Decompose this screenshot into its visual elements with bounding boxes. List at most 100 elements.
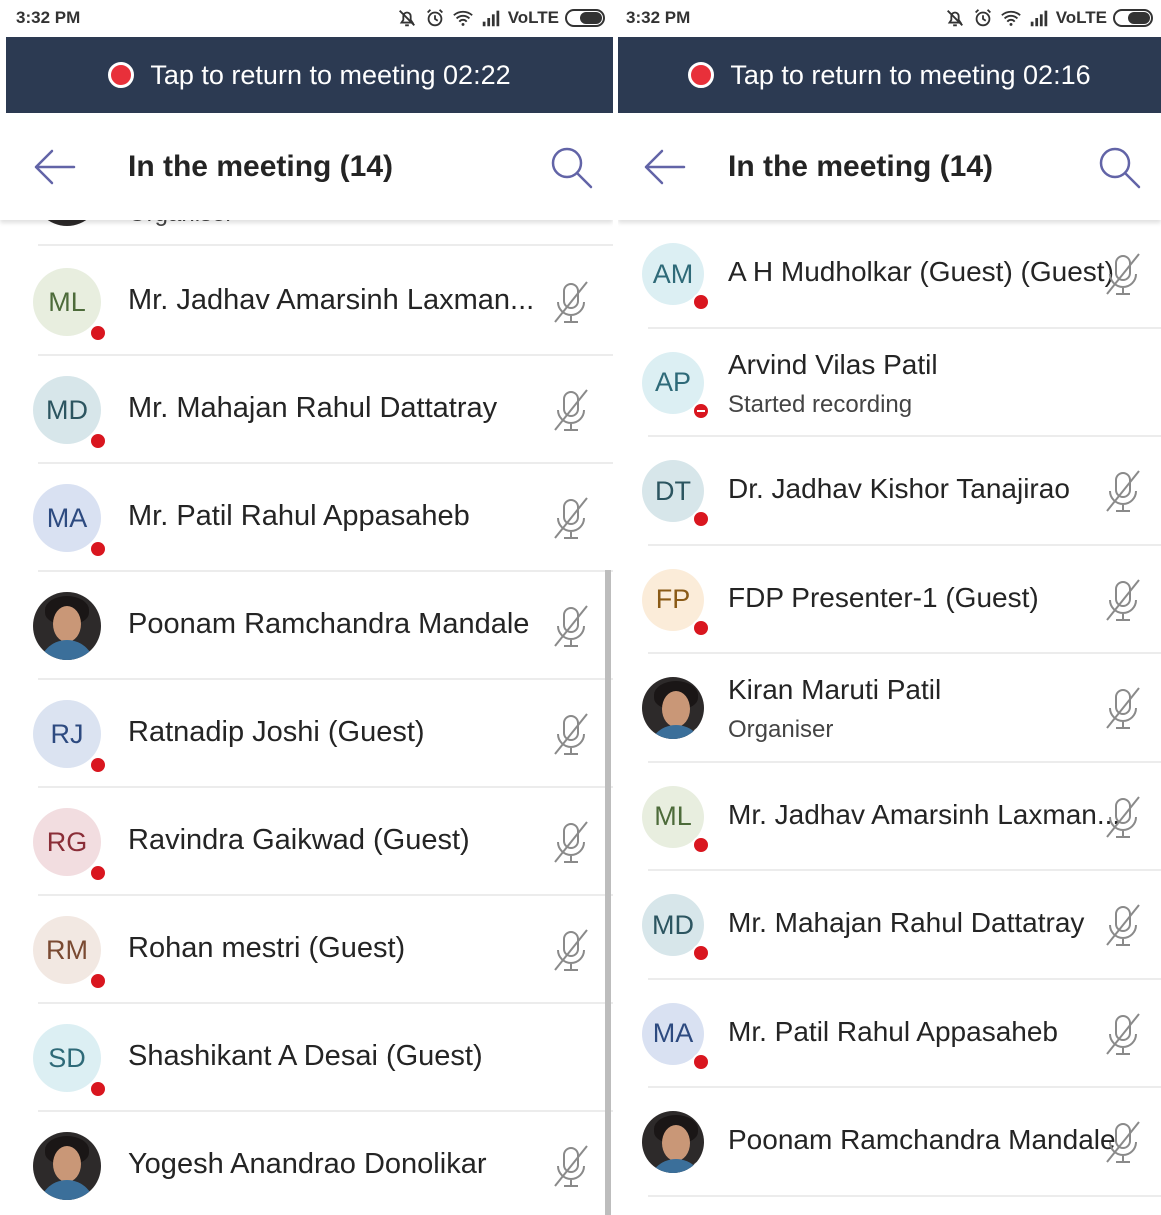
alarm-icon: [974, 9, 991, 27]
participant-name: Mr. Patil Rahul Appasaheb: [128, 500, 470, 532]
participant-name: Arvind Vilas Patil: [728, 348, 938, 380]
presence-status-icon: [692, 293, 710, 311]
avatar: [642, 1111, 704, 1173]
return-to-meeting-banner[interactable]: Tap to return to meeting 02:22: [6, 37, 613, 113]
participant-row[interactable]: RM Rohan mestri (Guest): [0, 896, 613, 1004]
scrollbar[interactable]: [605, 570, 611, 1215]
wifi-icon: [1000, 10, 1021, 26]
page-title: In the meeting (14): [728, 150, 994, 183]
participant-name: A H Mudholkar (Guest) (Guest): [728, 256, 1114, 287]
participant-status: Organiser: [728, 716, 834, 743]
battery-icon: [1113, 9, 1153, 27]
participant-row[interactable]: Poonam Ramchandra Mandale: [618, 1088, 1161, 1197]
participant-name: Shashikant A Desai (Guest): [128, 1040, 483, 1072]
status-bar: 3:32 PM VoLTE: [618, 0, 1161, 36]
recording-icon: [108, 62, 135, 88]
presence-status-icon: [89, 864, 107, 882]
left-screen: 3:32 PM VoLTE Tap to return to meeting 0…: [0, 0, 613, 1215]
status-icons: VoLTE: [944, 6, 1153, 30]
participant-name: Poonam Ramchandra Mandale: [128, 608, 530, 640]
network-type: VoLTE: [507, 8, 559, 27]
participant-name: Poonam Ramchandra Mandale: [728, 1124, 1116, 1155]
participant-list[interactable]: AM A H Mudholkar (Guest) (Guest) AP Arvind …: [618, 220, 1161, 1215]
mic-muted-icon: [549, 926, 593, 974]
avatar: AM: [642, 243, 710, 311]
presence-status-icon: [692, 1052, 710, 1071]
participant-row[interactable]: MD Mr. Mahajan Rahul Dattatray: [618, 871, 1161, 980]
avatar-initials: DT: [655, 475, 691, 506]
page-title: In the meeting (14): [128, 150, 394, 183]
participant-name: Ravindra Gaikwad (Guest): [128, 824, 470, 856]
participant-row[interactable]: FP FDP Presenter-1 (Guest): [618, 546, 1161, 654]
participant-row[interactable]: RJ Ratnadip Joshi (Guest): [0, 680, 613, 788]
search-icon[interactable]: [547, 143, 595, 191]
row-divider: [38, 244, 613, 246]
avatar: ML: [33, 268, 107, 342]
participant-name: Mr. Patil Rahul Appasaheb: [728, 1015, 1058, 1047]
participant-row[interactable]: ML Mr. Jadhav Amarsinh Laxman...: [618, 763, 1161, 871]
avatar: RM: [33, 916, 107, 990]
participant-name: Yogesh Anandrao Donolikar: [128, 1148, 487, 1180]
avatar: ML: [642, 785, 710, 854]
avatar: RJ: [33, 700, 107, 774]
wifi-icon: [452, 10, 473, 26]
avatar: [33, 1132, 101, 1200]
participant-row[interactable]: SD Shashikant A Desai (Guest): [0, 1004, 613, 1112]
mic-muted-icon: [549, 602, 593, 650]
back-arrow-icon[interactable]: [30, 145, 78, 189]
mic-muted-icon: [549, 818, 593, 866]
participant-name: Mr. Mahajan Rahul Dattatray: [128, 392, 498, 424]
participant-row[interactable]: AM A H Mudholkar (Guest) (Guest): [618, 220, 1161, 329]
participant-row-partial[interactable]: Organiser: [0, 220, 613, 246]
participant-row[interactable]: ML Mr. Jadhav Amarsinh Laxman...: [0, 248, 613, 356]
avatar: [642, 677, 704, 739]
participant-row[interactable]: Yogesh Anandrao Donolikar: [0, 1112, 613, 1215]
right-screen: 3:32 PM VoLTE Tap to return to meeting 0…: [618, 0, 1161, 1215]
mic-muted-icon: [549, 1142, 593, 1190]
presence-status-icon: [692, 835, 710, 854]
presence-status-icon: [692, 510, 710, 528]
mic-muted-icon: [1101, 250, 1145, 298]
avatar: RG: [33, 808, 107, 882]
participant-row[interactable]: DT Dr. Jadhav Kishor Tanajirao: [618, 437, 1161, 546]
participant-row[interactable]: RG Ravindra Gaikwad (Guest): [0, 788, 613, 896]
status-time: 3:32 PM: [16, 8, 81, 27]
participant-row[interactable]: AP Arvind Vilas Patil Started recording: [618, 329, 1161, 437]
mic-muted-icon: [1101, 1010, 1145, 1058]
participant-row[interactable]: Poonam Ramchandra Mandale: [0, 572, 613, 680]
presence-status-icon: [89, 540, 107, 558]
participant-name: Mr. Mahajan Rahul Dattatray: [728, 907, 1085, 938]
status-icons: VoLTE: [396, 6, 605, 30]
avatar: [33, 220, 101, 226]
presence-status-icon: [692, 618, 710, 637]
return-to-meeting-banner[interactable]: Tap to return to meeting 02:16: [618, 37, 1161, 113]
presence-status-icon: [89, 1188, 101, 1200]
presence-status-icon: [89, 648, 101, 660]
presence-status-icon: [89, 1080, 107, 1098]
search-icon[interactable]: [1095, 143, 1143, 191]
back-arrow-icon[interactable]: [640, 145, 688, 189]
recording-icon: [688, 62, 715, 88]
avatar: MD: [33, 376, 107, 450]
participant-row[interactable]: MA Mr. Patil Rahul Appasaheb: [618, 980, 1161, 1088]
alarm-icon: [426, 9, 443, 27]
participant-name: Mr. Jadhav Amarsinh Laxman...: [728, 798, 1121, 830]
participant-list[interactable]: Organiser ML Mr. Jadhav Amarsinh Laxman..…: [0, 220, 613, 1215]
mic-muted-icon: [549, 278, 593, 326]
participant-name: Kiran Maruti Patil: [728, 674, 942, 705]
participant-row[interactable]: MD Mr. Mahajan Rahul Dattatray: [0, 356, 613, 464]
presence-status-icon: [89, 432, 107, 450]
mic-muted-icon: [549, 386, 593, 434]
mic-muted-icon: [549, 494, 593, 542]
signal-icon: [482, 10, 499, 27]
avatar: DT: [642, 460, 710, 528]
avatar-initials: FP: [655, 584, 691, 614]
participant-name: FDP Presenter-1 (Guest): [728, 581, 1039, 613]
participant-row[interactable]: Kiran Maruti Patil Organiser: [618, 654, 1161, 763]
avatar: FP: [642, 568, 710, 637]
presence-status-icon: [89, 756, 107, 774]
banner-text: Tap to return to meeting 02:16: [730, 59, 1091, 90]
participants-header: In the meeting (14): [618, 113, 1161, 220]
avatar: SD: [33, 1024, 107, 1098]
participant-row[interactable]: MA Mr. Patil Rahul Appasaheb: [0, 464, 613, 572]
